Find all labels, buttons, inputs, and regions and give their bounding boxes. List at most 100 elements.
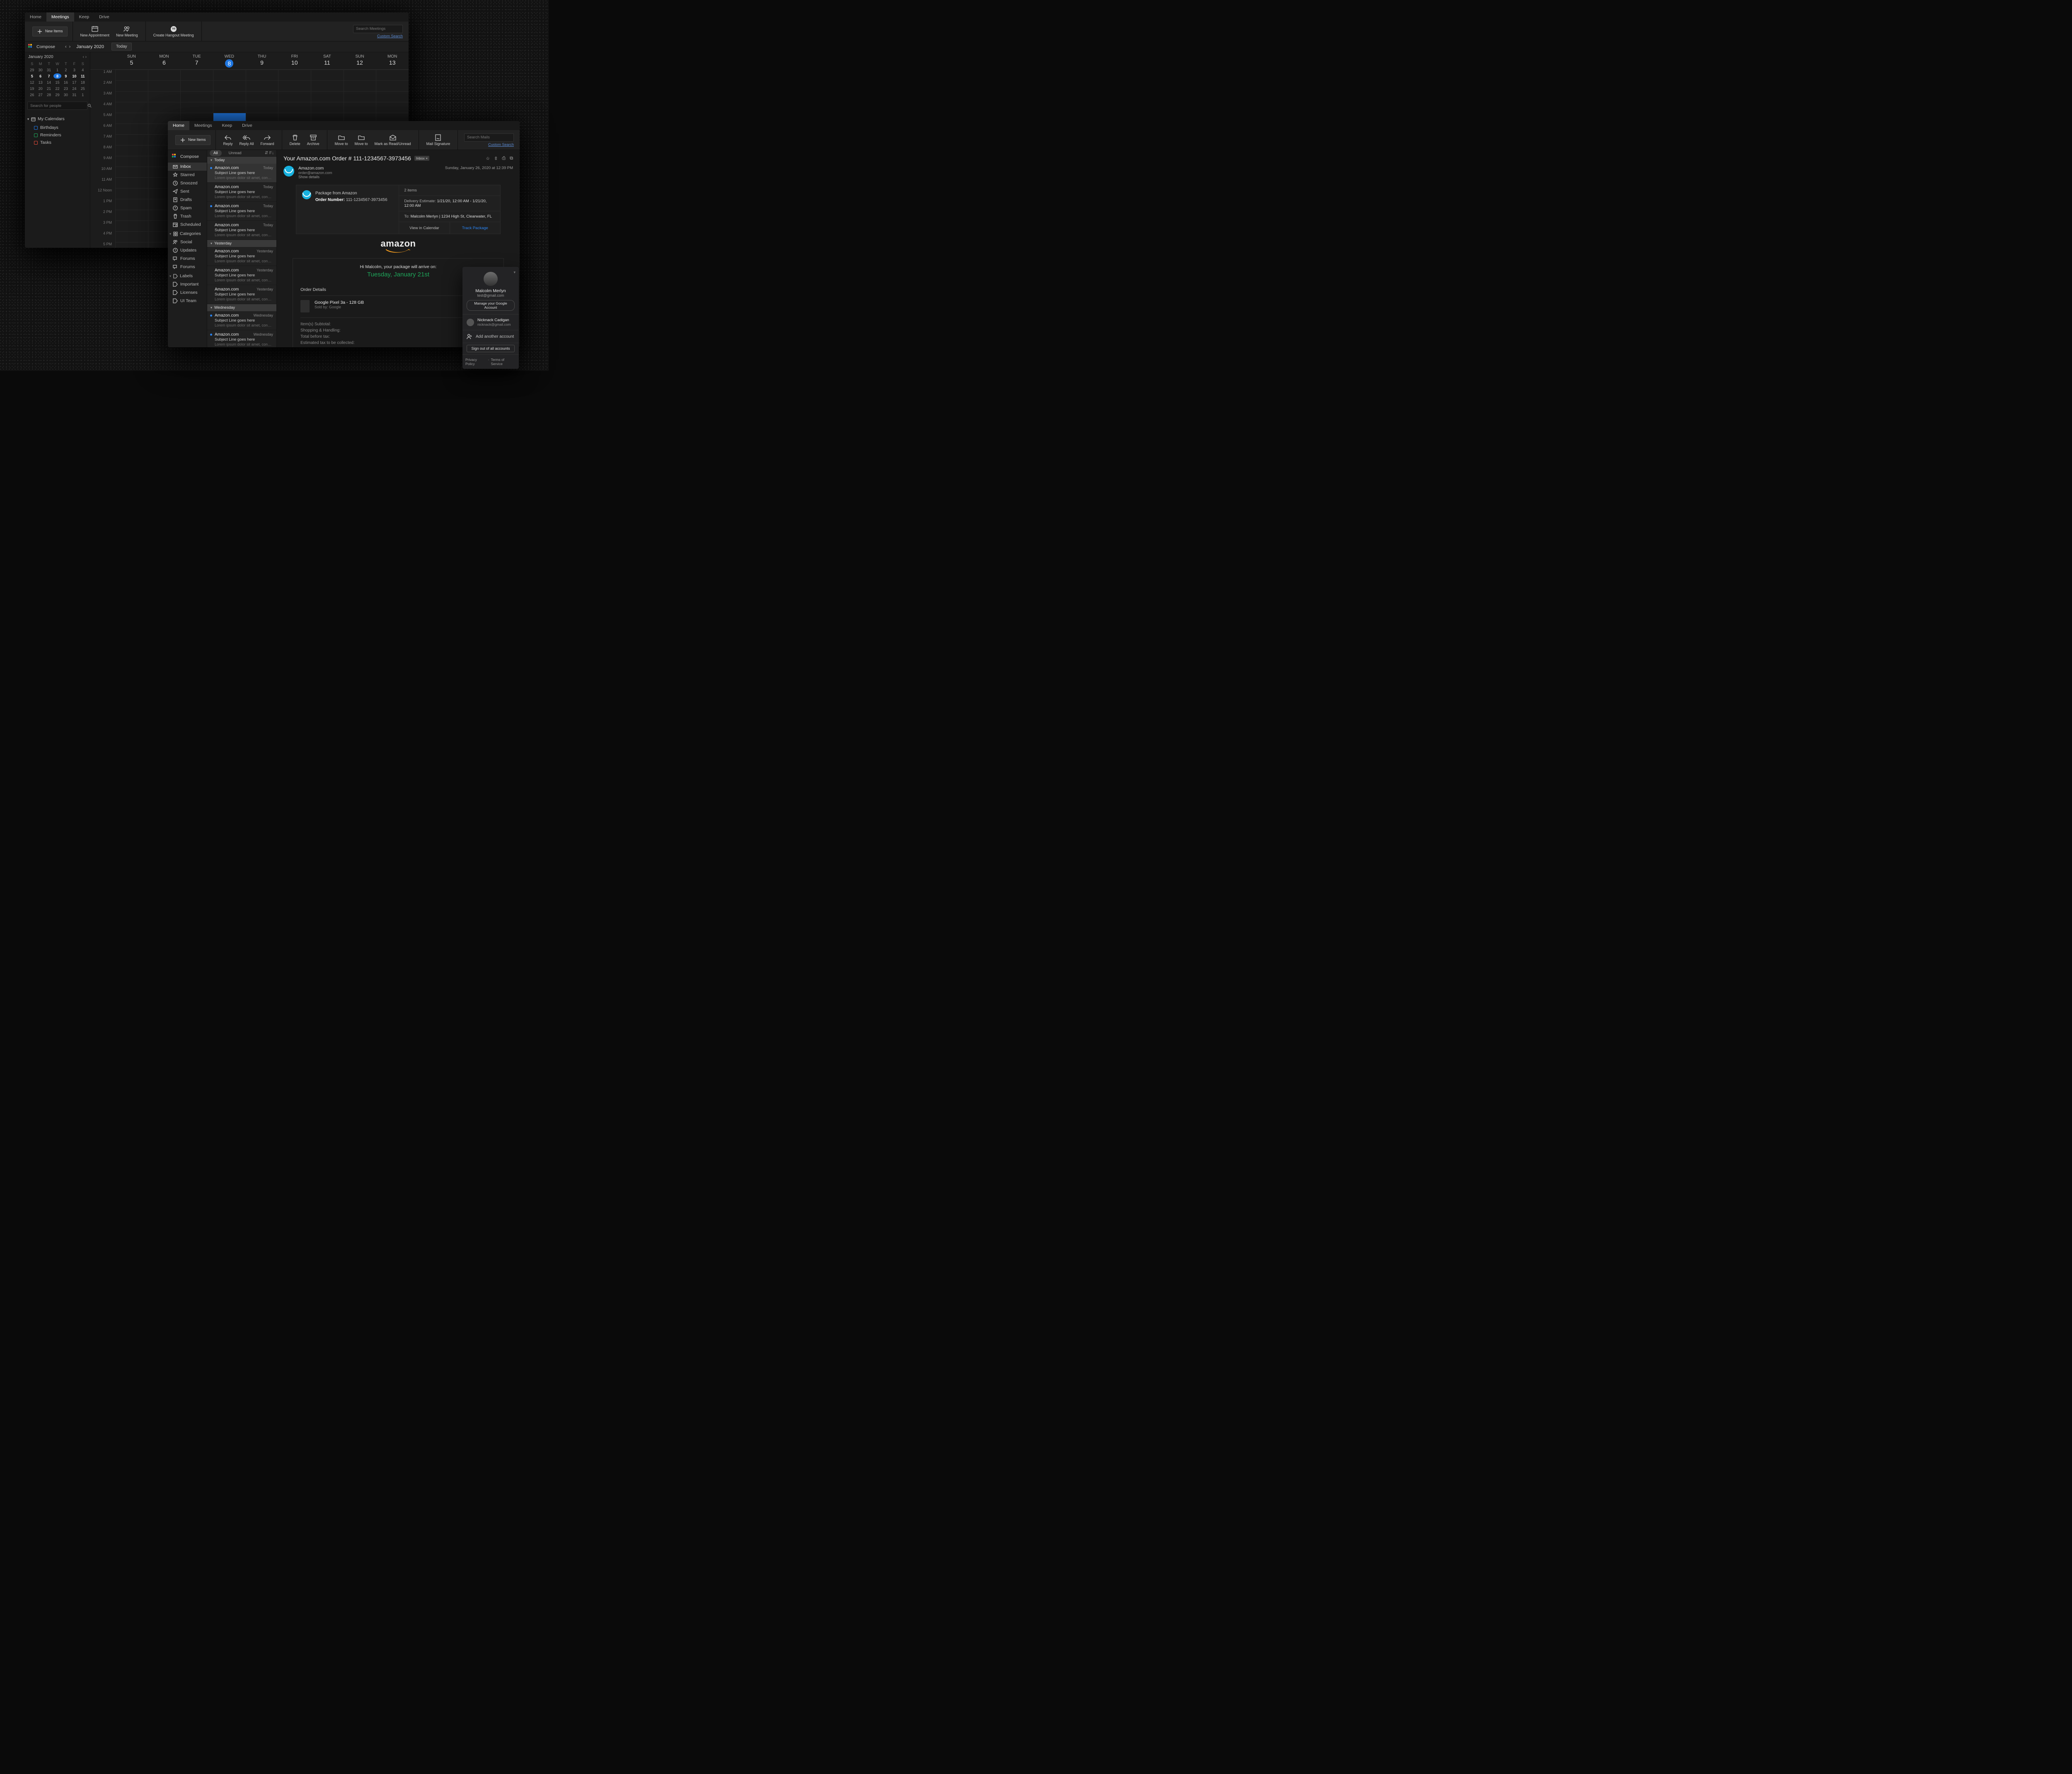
mail-custom-search-link[interactable]: Custom Search xyxy=(488,143,514,147)
time-cell[interactable] xyxy=(246,91,278,102)
move-to-button-2[interactable]: Move to xyxy=(352,133,370,147)
time-cell[interactable] xyxy=(115,242,148,248)
mini-prev-button[interactable]: ‹ xyxy=(83,55,84,59)
day-column-header[interactable]: SUN5 xyxy=(115,52,148,69)
mini-day[interactable]: 22 xyxy=(53,86,61,91)
time-cell[interactable] xyxy=(278,70,311,80)
calendar-item[interactable]: Birthdays xyxy=(27,124,87,131)
message-item[interactable]: TodayAmazon.comSubject Line goes hereLor… xyxy=(207,202,276,221)
hangout-button[interactable]: Create Hangout Meeting xyxy=(151,24,196,39)
category-updates[interactable]: Updates xyxy=(168,246,207,254)
time-cell[interactable] xyxy=(148,80,181,91)
show-details-link[interactable]: Show details xyxy=(298,175,332,179)
mini-day[interactable]: 4 xyxy=(79,67,87,73)
mini-day[interactable]: 30 xyxy=(36,67,44,73)
time-cell[interactable] xyxy=(115,80,148,91)
new-items-button[interactable]: New Items xyxy=(175,135,211,145)
day-column-header[interactable]: MON6 xyxy=(148,52,181,69)
delete-button[interactable]: Delete xyxy=(287,133,303,147)
mini-day[interactable]: 18 xyxy=(79,80,87,85)
mini-day[interactable]: 20 xyxy=(36,86,44,91)
mini-day[interactable]: 11 xyxy=(79,73,87,79)
time-cell[interactable] xyxy=(115,210,148,220)
labels-toggle[interactable]: ▾Labels xyxy=(168,271,207,280)
mini-day[interactable]: 27 xyxy=(36,92,44,97)
mini-day[interactable]: 25 xyxy=(79,86,87,91)
day-column-header[interactable]: THU9 xyxy=(246,52,278,69)
mini-day[interactable]: 9 xyxy=(62,73,70,79)
time-cell[interactable] xyxy=(213,91,246,102)
message-item[interactable]: WednesdayAmazon.comSubject Line goes her… xyxy=(207,311,276,330)
time-cell[interactable] xyxy=(115,167,148,177)
message-item[interactable]: TodayAmazon.comSubject Line goes hereLor… xyxy=(207,183,276,202)
time-cell[interactable] xyxy=(278,102,311,113)
time-cell[interactable] xyxy=(344,102,376,113)
folder-snoozed[interactable]: Snoozed xyxy=(168,179,207,187)
sort-button[interactable]: ⇵ F↓ xyxy=(265,151,274,155)
message-item[interactable]: WednesdayAmazon.comSubject Line goes her… xyxy=(207,330,276,347)
message-group[interactable]: ▾Today xyxy=(207,157,276,164)
time-cell[interactable] xyxy=(115,70,148,80)
mini-next-button[interactable]: › xyxy=(85,55,87,59)
message-item[interactable]: TodayAmazon.comSubject Line goes hereLor… xyxy=(207,164,276,183)
mini-day[interactable]: 6 xyxy=(36,73,44,79)
label-important[interactable]: Important xyxy=(168,280,207,288)
mini-day[interactable]: 31 xyxy=(70,92,78,97)
mini-day[interactable]: 16 xyxy=(62,80,70,85)
expand-icon[interactable]: ⇳ xyxy=(494,156,498,161)
time-cell[interactable] xyxy=(180,91,213,102)
mini-day[interactable]: 14 xyxy=(45,80,53,85)
print-icon[interactable]: ⎙ xyxy=(502,156,506,161)
privacy-policy-link[interactable]: Privacy Policy xyxy=(465,358,487,366)
mini-day[interactable]: 8 xyxy=(53,73,61,79)
time-cell[interactable] xyxy=(180,102,213,113)
mini-day[interactable]: 13 xyxy=(36,80,44,85)
new-appointment-button[interactable]: New Appointment xyxy=(78,24,112,39)
mini-day[interactable]: 31 xyxy=(45,67,53,73)
tab-drive[interactable]: Drive xyxy=(94,12,114,22)
folder-starred[interactable]: Starred xyxy=(168,171,207,179)
time-cell[interactable] xyxy=(115,102,148,113)
message-item[interactable]: TodayAmazon.comSubject Line goes hereLor… xyxy=(207,221,276,240)
time-cell[interactable] xyxy=(376,70,409,80)
mail-search[interactable] xyxy=(464,133,514,142)
tab-home[interactable]: Home xyxy=(25,12,46,22)
time-cell[interactable] xyxy=(246,102,278,113)
time-cell[interactable] xyxy=(311,70,344,80)
time-cell[interactable] xyxy=(115,123,148,134)
calendar-item[interactable]: Tasks xyxy=(27,139,87,146)
tab-keep[interactable]: Keep xyxy=(217,121,237,130)
mini-day[interactable]: 21 xyxy=(45,86,53,91)
signature-button[interactable]: Mail Signature xyxy=(424,133,453,147)
mark-read-button[interactable]: Mark as Read/Unread xyxy=(372,133,414,147)
time-cell[interactable] xyxy=(376,91,409,102)
day-column-header[interactable]: MON13 xyxy=(376,52,409,69)
mail-compose-button[interactable]: Compose xyxy=(168,152,207,162)
meetings-custom-search-link[interactable]: Custom Search xyxy=(377,34,403,38)
mini-day[interactable]: 24 xyxy=(70,86,78,91)
mini-day[interactable]: 23 xyxy=(62,86,70,91)
time-cell[interactable] xyxy=(180,80,213,91)
new-meeting-button[interactable]: New Meeting xyxy=(114,24,140,39)
time-cell[interactable] xyxy=(376,80,409,91)
mini-day[interactable]: 7 xyxy=(45,73,53,79)
compose-button[interactable]: Compose xyxy=(28,44,55,50)
reply-all-button[interactable]: Reply All xyxy=(237,133,257,147)
open-external-icon[interactable]: ⧉ xyxy=(510,156,513,161)
time-cell[interactable] xyxy=(115,156,148,167)
folder-inbox[interactable]: Inbox xyxy=(168,162,207,171)
chevron-down-icon[interactable]: ▾ xyxy=(513,270,516,275)
mini-day[interactable]: 12 xyxy=(28,80,36,85)
day-column-header[interactable]: TUE7 xyxy=(180,52,213,69)
mini-day[interactable]: 5 xyxy=(28,73,36,79)
tab-meetings[interactable]: Meetings xyxy=(46,12,74,22)
time-cell[interactable] xyxy=(246,70,278,80)
time-cell[interactable] xyxy=(213,102,246,113)
time-cell[interactable] xyxy=(148,91,181,102)
move-to-button-1[interactable]: Move to xyxy=(332,133,351,147)
tab-drive[interactable]: Drive xyxy=(237,121,257,130)
time-cell[interactable] xyxy=(115,199,148,210)
time-cell[interactable] xyxy=(311,80,344,91)
star-icon[interactable]: ☆ xyxy=(486,156,490,161)
time-cell[interactable] xyxy=(115,145,148,156)
